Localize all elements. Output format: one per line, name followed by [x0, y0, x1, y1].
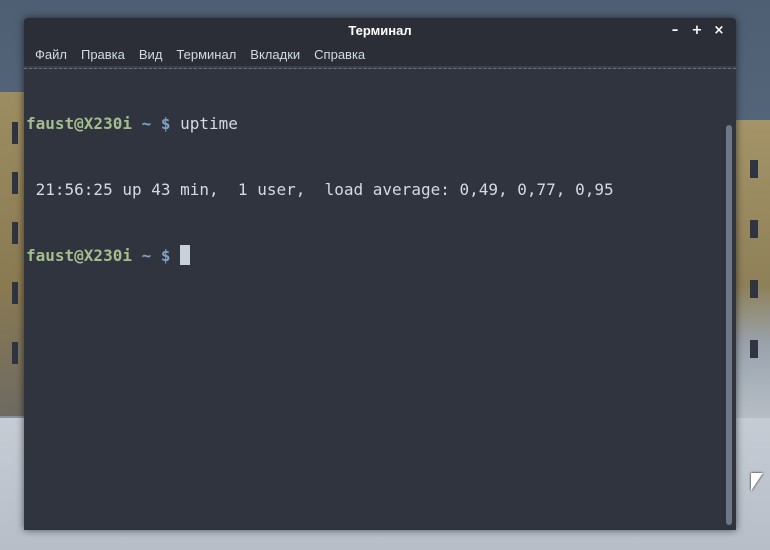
- titlebar[interactable]: Терминал – + ×: [24, 18, 736, 43]
- wallpaper-window: [12, 282, 18, 304]
- menu-file[interactable]: Файл: [28, 43, 74, 66]
- menubar: Файл Правка Вид Терминал Вкладки Справка: [24, 43, 736, 66]
- mouse-pointer-icon: [751, 473, 763, 491]
- prompt-path: ~ $: [131, 114, 171, 133]
- command-text: [171, 246, 181, 265]
- wallpaper-window: [12, 342, 18, 364]
- terminal-line: faust@X230i ~ $ uptime: [26, 113, 716, 135]
- terminal-area[interactable]: faust@X230i ~ $ uptime 21:56:25 up 43 mi…: [24, 69, 736, 529]
- maximize-icon[interactable]: +: [686, 23, 708, 38]
- command-text: uptime: [170, 114, 238, 133]
- wallpaper-window: [750, 340, 758, 358]
- menu-edit[interactable]: Правка: [74, 43, 132, 66]
- prompt-path: ~ $: [131, 246, 171, 265]
- menu-terminal[interactable]: Терминал: [169, 43, 243, 66]
- wallpaper-building-left: [0, 92, 26, 416]
- wallpaper-window: [12, 122, 18, 144]
- menu-view[interactable]: Вид: [132, 43, 170, 66]
- command-output: 21:56:25 up 43 min, 1 user, load average…: [26, 180, 614, 199]
- window-title: Терминал: [348, 23, 412, 38]
- terminal-output: faust@X230i ~ $ uptime 21:56:25 up 43 mi…: [26, 69, 716, 311]
- wallpaper-building-right: [736, 120, 770, 420]
- minimize-icon[interactable]: –: [664, 23, 686, 38]
- prompt-user-host: faust@X230i: [26, 246, 132, 265]
- prompt-user-host: faust@X230i: [26, 114, 132, 133]
- close-icon[interactable]: ×: [708, 23, 730, 38]
- window-controls: – + ×: [664, 18, 730, 43]
- wallpaper-window: [12, 172, 18, 194]
- wallpaper-window: [750, 280, 758, 298]
- wallpaper-window: [750, 220, 758, 238]
- terminal-line: 21:56:25 up 43 min, 1 user, load average…: [26, 179, 716, 201]
- terminal-line: faust@X230i ~ $: [26, 245, 716, 267]
- menu-help[interactable]: Справка: [307, 43, 372, 66]
- text-cursor: [180, 245, 191, 265]
- scrollbar[interactable]: [726, 125, 732, 525]
- terminal-window[interactable]: Терминал – + × Файл Правка Вид Терминал …: [24, 18, 736, 530]
- wallpaper-window: [750, 160, 758, 178]
- wallpaper-window: [12, 222, 18, 244]
- menu-tabs[interactable]: Вкладки: [243, 43, 307, 66]
